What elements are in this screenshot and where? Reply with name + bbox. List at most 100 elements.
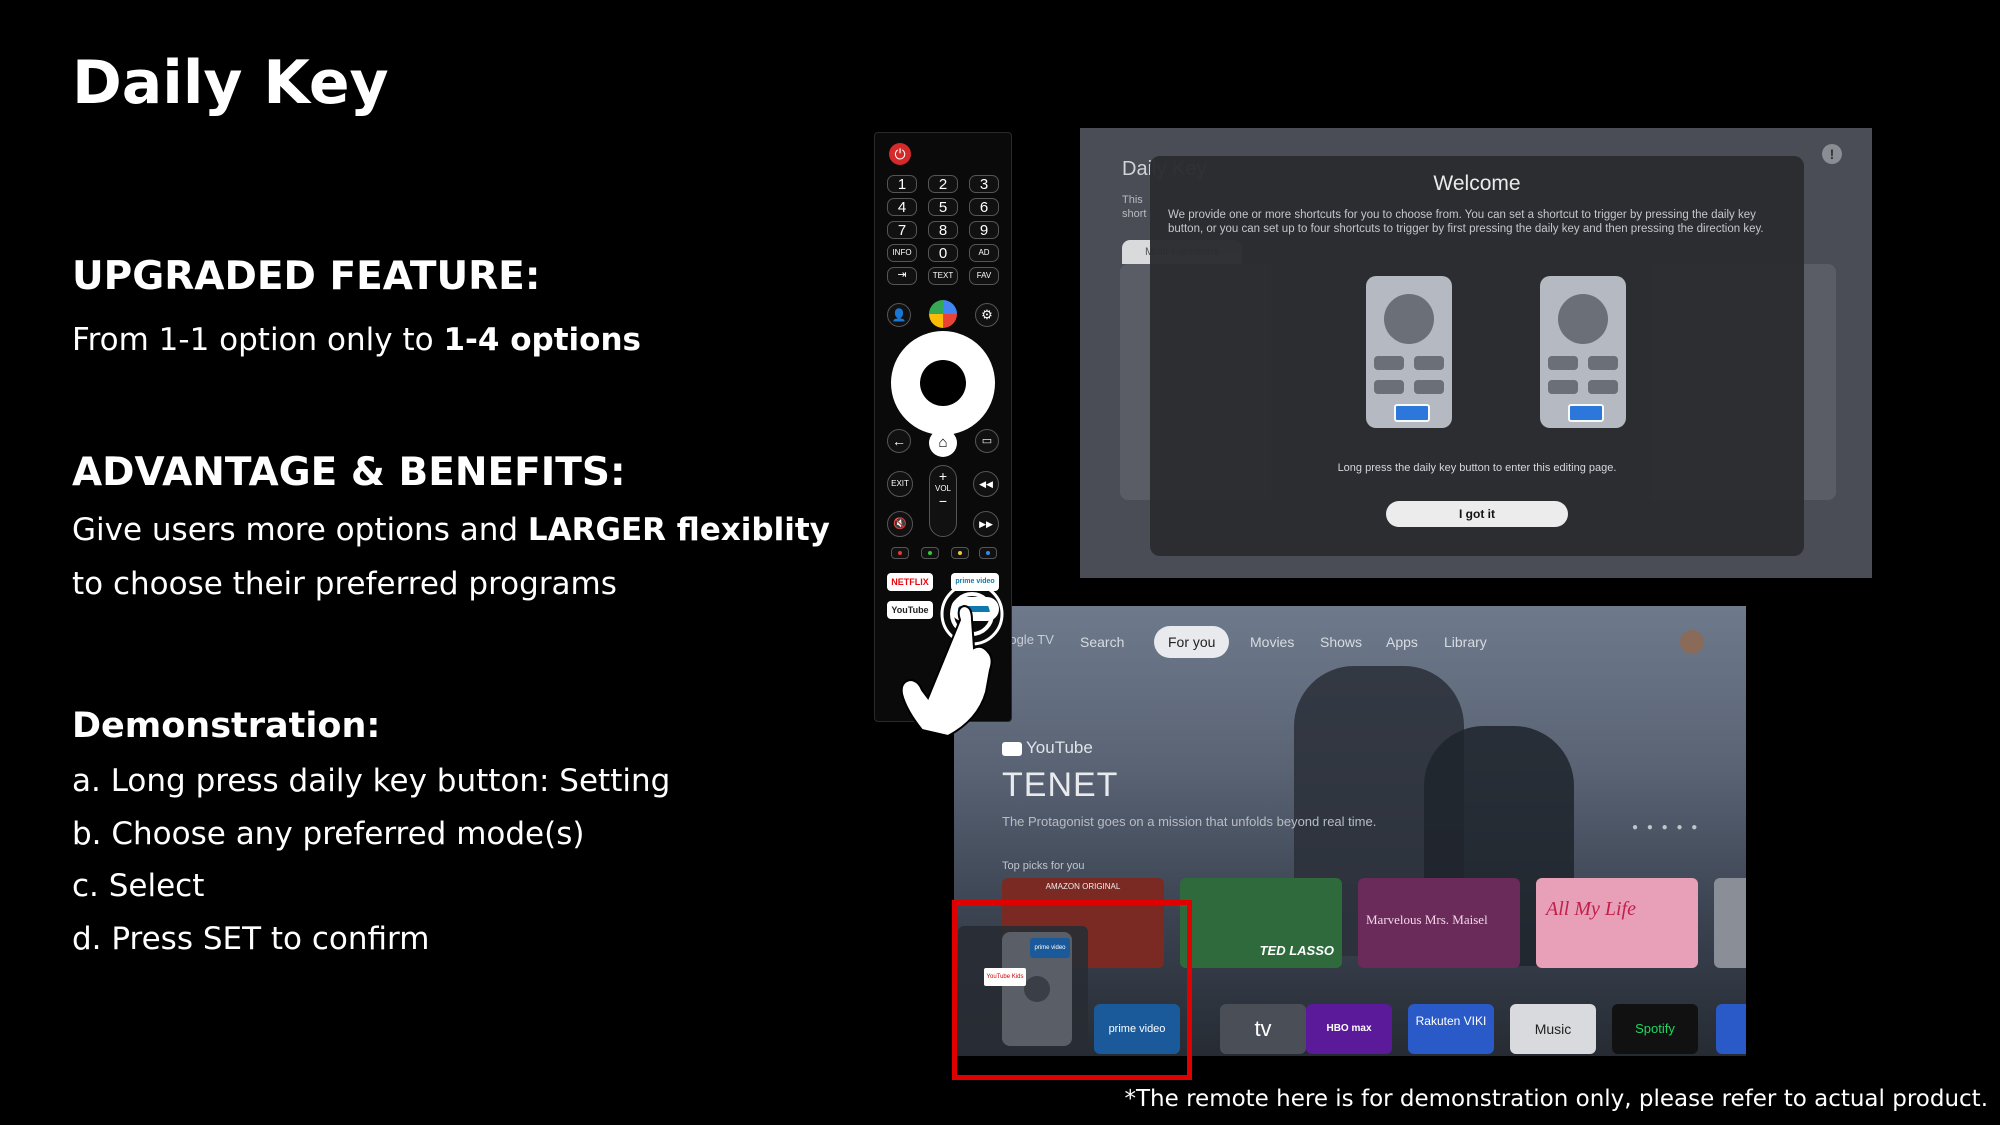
settings-page-desc: This: [1122, 194, 1143, 206]
rewind-icon[interactable]: ◀◀: [973, 471, 999, 497]
upgraded-text: From 1-1 option only to 1-4 options: [72, 322, 641, 359]
info-icon[interactable]: !: [1822, 144, 1842, 164]
power-icon[interactable]: ⏻: [889, 143, 911, 165]
remote-illustration-left: [1366, 276, 1452, 428]
demo-step: b. Choose any preferred mode(s): [72, 816, 585, 852]
dialog-hint: Long press the daily key button to enter…: [1337, 462, 1617, 474]
mute-icon[interactable]: 🔇: [887, 511, 913, 537]
dialog-text: We provide one or more shortcuts for you…: [1168, 209, 1764, 235]
app-label: HBO max: [1326, 1023, 1372, 1034]
dpad[interactable]: [891, 331, 995, 435]
blue-key[interactable]: [979, 547, 997, 559]
app-label: Music: [1534, 1021, 1572, 1037]
pick-label: Marvelous Mrs. Maisel: [1366, 912, 1488, 927]
pick-label: AMAZON ORIGINAL: [1045, 882, 1121, 891]
vol-plus[interactable]: +: [930, 468, 956, 484]
key-0[interactable]: 0: [928, 244, 958, 262]
assistant-icon[interactable]: [929, 300, 957, 328]
key-7[interactable]: 7: [887, 221, 917, 239]
pick-tile[interactable]: Marvelous Mrs. Maisel: [1358, 878, 1520, 968]
remote-illustration-right: [1540, 276, 1626, 428]
app-label: Spotify: [1635, 1021, 1675, 1036]
nav-search[interactable]: Search: [1066, 626, 1138, 658]
movie-desc: The Protagonist goes on a mission that u…: [1002, 814, 1377, 829]
key-4[interactable]: 4: [887, 198, 917, 216]
advantage-line2: to choose their preferred programs: [72, 566, 617, 602]
pick-label: All My Life: [1546, 898, 1636, 920]
app-spotify[interactable]: Spotify: [1612, 1004, 1698, 1054]
upgraded-heading: UPGRADED FEATURE:: [72, 254, 541, 299]
back-icon[interactable]: ←: [887, 429, 911, 453]
pick-tile[interactable]: TED LASSO: [1180, 878, 1342, 968]
green-key[interactable]: [921, 547, 939, 559]
profile-avatar[interactable]: [1680, 630, 1704, 654]
tv-icon[interactable]: ▭: [975, 429, 999, 453]
advantage-heading: ADVANTAGE & BENEFITS:: [72, 450, 626, 495]
daily-key-highlight: [1394, 404, 1430, 422]
app-label: Rakuten VIKI: [1415, 1014, 1487, 1028]
key-ad[interactable]: AD: [969, 244, 999, 262]
nav-shows[interactable]: Shows: [1306, 626, 1376, 658]
demo-step: c. Select: [72, 868, 205, 904]
input-icon[interactable]: ⇥: [887, 267, 917, 285]
app-hbo-max[interactable]: HBO max: [1306, 1004, 1392, 1054]
pointing-hand-icon: [900, 590, 1004, 738]
nav-apps[interactable]: Apps: [1372, 626, 1432, 658]
vol-minus[interactable]: −: [930, 493, 956, 509]
key-text[interactable]: TEXT: [928, 267, 958, 285]
app-rakuten-viki[interactable]: Rakuten VIKI: [1408, 1004, 1494, 1054]
pick-tile[interactable]: [1714, 878, 1746, 968]
dialog-title: Welcome: [1433, 172, 1521, 195]
advantage-line1-prefix: Give users more options and: [72, 512, 528, 548]
profile-icon[interactable]: 👤: [887, 303, 911, 327]
app-tile[interactable]: [1716, 1004, 1746, 1054]
netflix-button[interactable]: NETFLIX: [887, 573, 933, 591]
row-label: Top picks for you: [1002, 860, 1085, 872]
carousel-dots[interactable]: ● ● ● ● ●: [1632, 822, 1700, 833]
prime-video-button[interactable]: prime video: [951, 573, 999, 591]
key-8[interactable]: 8: [928, 221, 958, 239]
daily-key-highlight: [1568, 404, 1604, 422]
volume-rocker[interactable]: + VOL −: [929, 465, 957, 537]
app-apple-tv[interactable]: tv: [1220, 1004, 1306, 1054]
pick-tile[interactable]: All My Life: [1536, 878, 1698, 968]
pick-label: TED LASSO: [1259, 943, 1334, 958]
nav-for-you[interactable]: For you: [1154, 626, 1230, 658]
nav-library[interactable]: Library: [1430, 626, 1501, 658]
advantage-line1: Give users more options and LARGER flexi…: [72, 512, 830, 549]
red-key[interactable]: [891, 547, 909, 559]
app-youtube-music[interactable]: Music: [1510, 1004, 1596, 1054]
highlight-box: [952, 900, 1192, 1080]
key-5[interactable]: 5: [928, 198, 958, 216]
demo-step: d. Press SET to confirm: [72, 921, 430, 957]
youtube-icon: [1002, 741, 1022, 756]
footnote: *The remote here is for demonstration on…: [1124, 1086, 1989, 1112]
demo-heading: Demonstration:: [72, 706, 381, 746]
welcome-dialog: Welcome We provide one or more shortcuts…: [1150, 156, 1804, 556]
key-6[interactable]: 6: [969, 198, 999, 216]
home-icon[interactable]: ⌂: [929, 429, 957, 457]
key-9[interactable]: 9: [969, 221, 999, 239]
page-title: Daily Key: [72, 48, 389, 118]
demo-step: a. Long press daily key button: Setting: [72, 763, 671, 799]
key-2[interactable]: 2: [928, 175, 958, 193]
vol-label: VOL: [934, 484, 951, 493]
exit-button[interactable]: EXIT: [887, 471, 913, 497]
advantage-line1-bold: LARGER flexiblity: [527, 512, 830, 548]
key-3[interactable]: 3: [969, 175, 999, 193]
key-1[interactable]: 1: [887, 175, 917, 193]
ok-button[interactable]: [920, 360, 966, 406]
source-name: YouTube: [1026, 738, 1093, 757]
got-it-button[interactable]: I got it: [1386, 501, 1568, 527]
key-fav[interactable]: FAV: [969, 267, 999, 285]
upgraded-text-prefix: From 1-1 option only to: [72, 322, 444, 358]
upgraded-text-bold: 1-4 options: [443, 322, 641, 358]
yellow-key[interactable]: [951, 547, 969, 559]
key-info[interactable]: INFO: [887, 244, 917, 262]
settings-page-desc2: short: [1122, 208, 1147, 220]
app-label: tv: [1254, 1016, 1272, 1041]
nav-movies[interactable]: Movies: [1236, 626, 1308, 658]
movie-title: TENET: [1002, 766, 1119, 804]
settings-gear-icon[interactable]: ⚙: [975, 303, 999, 327]
fast-forward-icon[interactable]: ▶▶: [973, 511, 999, 537]
